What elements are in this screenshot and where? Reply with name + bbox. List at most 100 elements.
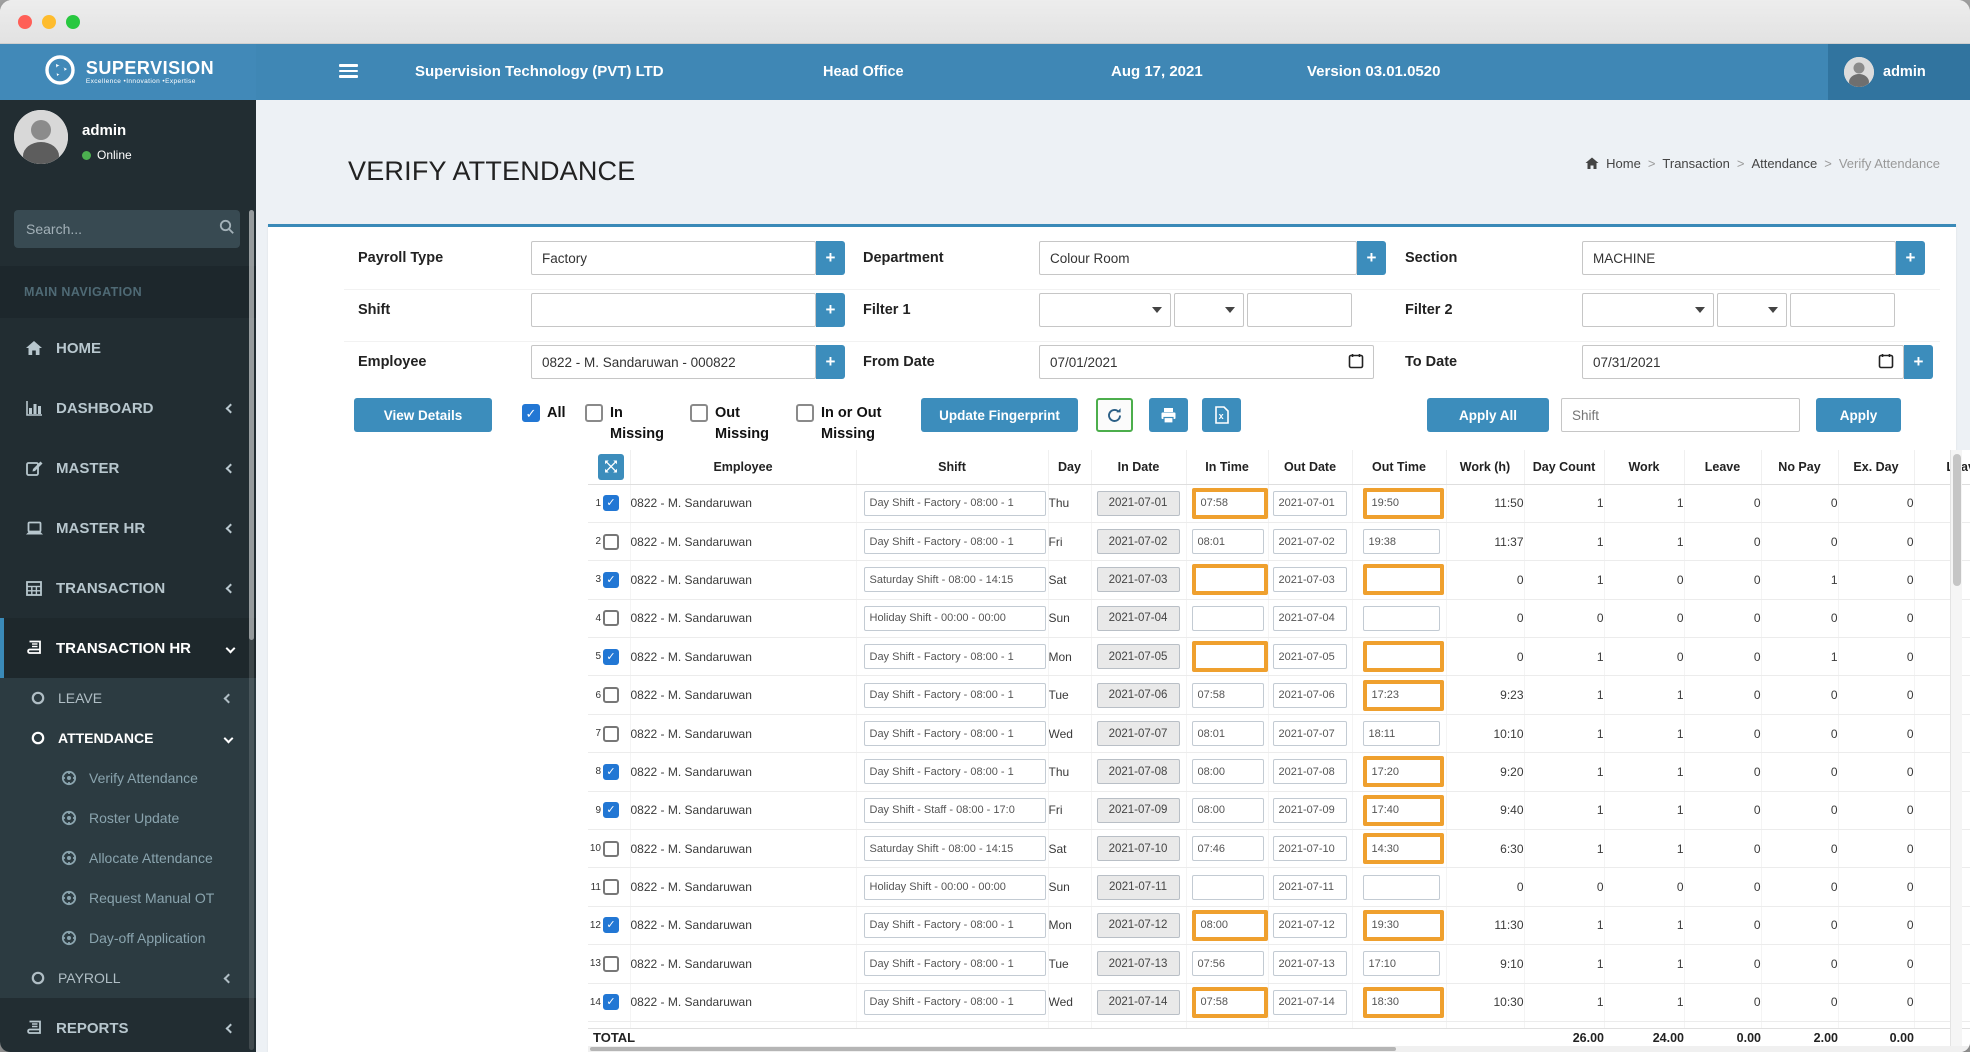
in-time-input[interactable] — [1191, 682, 1264, 708]
out-time-input[interactable] — [1362, 721, 1440, 747]
out-date-input[interactable] — [1272, 912, 1347, 938]
out-date-input[interactable] — [1272, 682, 1347, 708]
in-date-input[interactable] — [1096, 567, 1180, 593]
sidebar-item-request-manual-ot[interactable]: Request Manual OT — [0, 878, 256, 918]
checkbox-in-missing[interactable]: In Missing — [585, 404, 664, 442]
in-time-input[interactable] — [1191, 529, 1264, 555]
out-date-input[interactable] — [1272, 836, 1347, 862]
in-time-input[interactable] — [1191, 641, 1267, 673]
employee-input[interactable] — [531, 345, 816, 379]
window-close-button[interactable] — [18, 15, 32, 29]
row-select-checkbox[interactable] — [603, 955, 619, 972]
sidebar-item-reports[interactable]: REPORTS — [0, 998, 256, 1052]
out-date-input[interactable] — [1272, 951, 1347, 977]
refresh-button[interactable] — [1096, 398, 1133, 432]
shift-cell-input[interactable] — [863, 912, 1046, 938]
out-time-input[interactable] — [1362, 874, 1440, 900]
in-time-input[interactable] — [1191, 951, 1264, 977]
sidebar-item-allocate-attendance[interactable]: Allocate Attendance — [0, 838, 256, 878]
calendar-icon[interactable] — [1348, 353, 1364, 374]
out-date-input[interactable] — [1272, 605, 1347, 631]
sidebar-item-verify-attendance[interactable]: Verify Attendance — [0, 758, 256, 798]
sidebar-item-dashboard[interactable]: DASHBOARD — [0, 378, 256, 438]
brand-logo[interactable]: SUPERVISION Excellence •Innovation •Expe… — [0, 44, 256, 100]
checkbox-box[interactable] — [796, 404, 814, 422]
breadcrumb-item[interactable]: Attendance — [1751, 156, 1817, 171]
sidebar-item-transaction[interactable]: TRANSACTION — [0, 558, 256, 618]
section-input[interactable] — [1582, 241, 1896, 275]
filter1-input[interactable] — [1247, 293, 1352, 327]
shift-cell-input[interactable] — [863, 490, 1046, 516]
in-date-input[interactable] — [1096, 721, 1180, 747]
filter2-select-2[interactable] — [1717, 293, 1787, 327]
out-date-input[interactable] — [1272, 721, 1347, 747]
payroll-type-add-button[interactable]: + — [816, 241, 845, 275]
in-date-input[interactable] — [1096, 874, 1180, 900]
row-select-checkbox[interactable]: ✓ — [603, 571, 619, 588]
in-date-input[interactable] — [1096, 797, 1180, 823]
out-time-input[interactable] — [1362, 605, 1440, 631]
in-time-input[interactable] — [1191, 836, 1264, 862]
shift-input[interactable] — [531, 293, 816, 327]
shift-cell-input[interactable] — [863, 529, 1046, 555]
sidebar-item-roster-update[interactable]: Roster Update — [0, 798, 256, 838]
out-date-input[interactable] — [1272, 529, 1347, 555]
sidebar-item-transaction-hr[interactable]: TRANSACTION HR — [0, 618, 256, 678]
out-date-input[interactable] — [1272, 644, 1347, 670]
row-select-checkbox[interactable] — [603, 879, 619, 896]
row-select-checkbox[interactable]: ✓ — [603, 648, 619, 665]
out-date-input[interactable] — [1272, 759, 1347, 785]
expand-table-button[interactable] — [598, 453, 625, 480]
row-select-checkbox[interactable]: ✓ — [603, 802, 619, 819]
search-input[interactable] — [14, 221, 219, 237]
sidebar-item-day-off-application[interactable]: Day-off Application — [0, 918, 256, 958]
table-vertical-scrollbar[interactable] — [1950, 450, 1962, 1046]
checkbox-box[interactable] — [585, 404, 603, 422]
breadcrumb-item[interactable]: Transaction — [1662, 156, 1729, 171]
in-time-input[interactable] — [1191, 874, 1264, 900]
apply-all-button[interactable]: Apply All — [1427, 398, 1549, 432]
row-select-checkbox[interactable] — [603, 610, 619, 627]
view-details-button[interactable]: View Details — [354, 398, 492, 432]
in-date-input[interactable] — [1096, 529, 1180, 555]
apply-button[interactable]: Apply — [1816, 398, 1901, 432]
out-date-input[interactable] — [1272, 490, 1347, 516]
sidebar-toggle-icon[interactable] — [339, 64, 358, 79]
checkbox-in-or-out-missing[interactable]: In or Out Missing — [796, 404, 881, 442]
row-select-checkbox[interactable] — [603, 687, 619, 704]
in-time-input[interactable] — [1191, 564, 1267, 596]
sidebar-item-attendance[interactable]: ATTENDANCE — [0, 718, 256, 758]
out-date-input[interactable] — [1272, 797, 1347, 823]
employee-add-button[interactable]: + — [816, 345, 845, 379]
row-select-checkbox[interactable]: ✓ — [603, 917, 619, 934]
user-menu[interactable]: admin — [1828, 44, 1970, 100]
to-date-input[interactable] — [1582, 345, 1904, 379]
shift-cell-input[interactable] — [863, 721, 1046, 747]
in-time-input[interactable] — [1191, 797, 1264, 823]
filter2-input[interactable] — [1790, 293, 1895, 327]
in-date-input[interactable] — [1096, 490, 1180, 516]
in-time-input[interactable] — [1191, 759, 1264, 785]
checkbox-box[interactable]: ✓ — [522, 404, 540, 422]
table-horizontal-scrollbar[interactable] — [588, 1046, 1970, 1052]
row-select-checkbox[interactable] — [603, 533, 619, 550]
excel-export-button[interactable]: x — [1202, 398, 1241, 432]
sidebar-item-home[interactable]: HOME — [0, 318, 256, 378]
shift-cell-input[interactable] — [863, 989, 1046, 1015]
out-time-input[interactable] — [1362, 951, 1440, 977]
shift-cell-input[interactable] — [863, 567, 1046, 593]
row-select-checkbox[interactable] — [603, 725, 619, 742]
in-time-input[interactable] — [1191, 487, 1267, 519]
in-time-input[interactable] — [1191, 909, 1267, 941]
in-date-input[interactable] — [1096, 644, 1180, 670]
out-time-input[interactable] — [1362, 529, 1440, 555]
print-button[interactable] — [1149, 398, 1188, 432]
search-icon[interactable] — [219, 219, 235, 240]
calendar-icon[interactable] — [1878, 353, 1894, 374]
out-date-input[interactable] — [1272, 567, 1347, 593]
checkbox-all[interactable]: ✓ All — [522, 404, 566, 422]
in-time-input[interactable] — [1191, 721, 1264, 747]
breadcrumb-item[interactable]: Home — [1606, 156, 1641, 171]
window-zoom-button[interactable] — [66, 15, 80, 29]
in-time-input[interactable] — [1191, 605, 1264, 631]
